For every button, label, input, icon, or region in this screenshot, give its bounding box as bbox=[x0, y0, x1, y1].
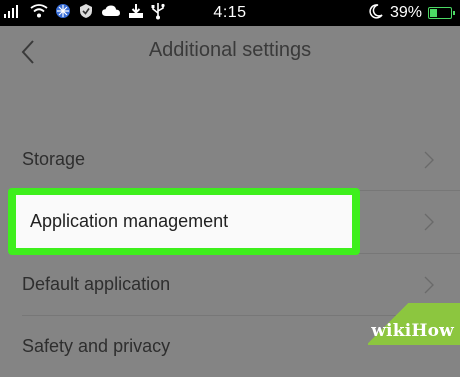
chevron-right-icon bbox=[424, 213, 434, 231]
header: Additional settings bbox=[0, 26, 460, 78]
status-bar: 4:15 39% bbox=[0, 0, 460, 26]
wikihow-watermark: wikiHow bbox=[368, 303, 460, 345]
chevron-right-icon bbox=[424, 151, 434, 169]
settings-item-label: Default application bbox=[22, 274, 171, 294]
highlight-box: Application management bbox=[8, 188, 360, 255]
highlighted-item[interactable]: Application management bbox=[16, 195, 352, 248]
battery-percent: 39% bbox=[389, 4, 422, 21]
settings-item-label: Safety and privacy bbox=[22, 336, 171, 356]
watermark-text: wikiHow bbox=[371, 321, 454, 341]
watermark-how: How bbox=[411, 321, 454, 341]
settings-item-storage[interactable]: Storage bbox=[0, 130, 460, 190]
page-title: Additional settings bbox=[148, 39, 312, 61]
settings-item-label: Storage bbox=[22, 149, 86, 169]
battery-charging-icon bbox=[428, 7, 455, 19]
status-icons-right: 39% bbox=[368, 3, 455, 24]
chevron-right-icon bbox=[424, 276, 434, 294]
battery-level bbox=[430, 9, 437, 17]
watermark-wiki: wiki bbox=[371, 321, 412, 341]
moon-icon bbox=[368, 3, 384, 24]
settings-item-label: Application management bbox=[30, 211, 229, 231]
